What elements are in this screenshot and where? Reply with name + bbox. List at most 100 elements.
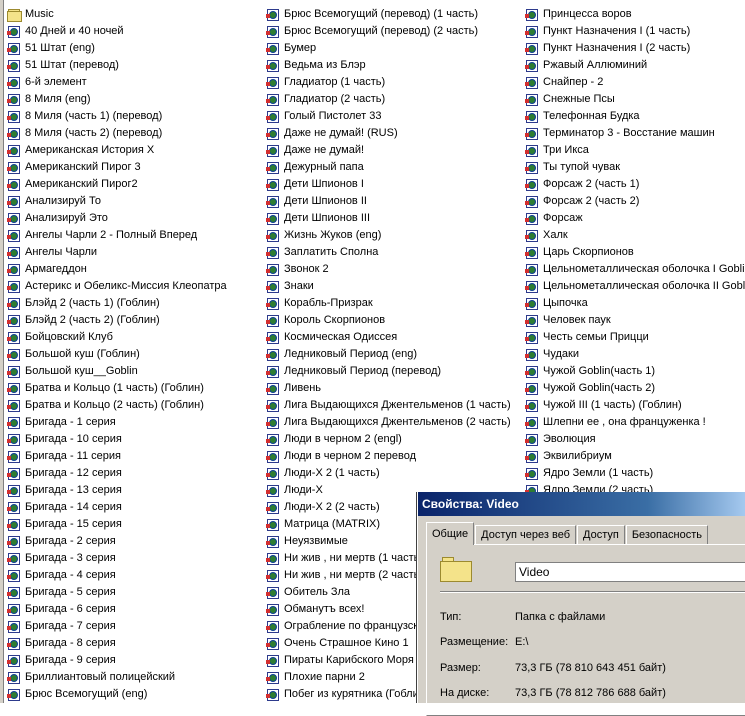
list-item[interactable]: Честь семьи Прицци [525,329,745,346]
list-item[interactable]: Эквилибриум [525,448,745,465]
list-item[interactable]: Бригада - 15 серия [7,516,227,533]
list-item[interactable]: Голый Пистолет 33 [266,108,511,125]
list-item[interactable]: Цельнометаллическая оболочка II Goblin [525,278,745,295]
list-item[interactable]: Халк [525,227,745,244]
list-item[interactable]: Цельнометаллическая оболочка I Goblin [525,261,745,278]
list-item[interactable]: Гладиатор (2 часть) [266,91,511,108]
list-item[interactable]: Ядро Земли (1 часть) [525,465,745,482]
list-item[interactable]: Брюс Всемогущий (перевод) (2 часть) [266,23,511,40]
list-item[interactable]: Большой куш__Goblin [7,363,227,380]
list-item[interactable]: Дети Шпионов II [266,193,511,210]
list-item[interactable]: Бригада - 8 серия [7,635,227,652]
list-item[interactable]: Шлепни ее , она француженка ! [525,414,745,431]
list-item[interactable]: Американская История X [7,142,227,159]
list-item[interactable]: Форсаж 2 (часть 1) [525,176,745,193]
list-item[interactable]: Бригада - 9 серия [7,652,227,669]
list-item[interactable]: Дети Шпионов I [266,176,511,193]
list-item[interactable]: 8 Миля (часть 2) (перевод) [7,125,227,142]
list-item[interactable]: Принцесса воров [525,6,745,23]
list-item[interactable]: Ледниковый Период (перевод) [266,363,511,380]
list-item[interactable]: Лига Выдающихся Джентельменов (2 часть) [266,414,511,431]
dialog-title[interactable]: Свойства: Video [418,492,745,516]
list-item[interactable]: Чудаки [525,346,745,363]
list-item[interactable]: Терминатор 3 - Восстание машин [525,125,745,142]
list-item[interactable]: Ледниковый Период (eng) [266,346,511,363]
list-item[interactable]: Бригада - 6 серия [7,601,227,618]
list-item[interactable]: Люди в черном 2 (engl) [266,431,511,448]
list-item[interactable]: Бриллиантовый полицейский [7,669,227,686]
list-item[interactable]: Чужой Goblin(часть 2) [525,380,745,397]
list-item[interactable]: Царь Скорпионов [525,244,745,261]
list-item[interactable]: Знаки [266,278,511,295]
tab-general[interactable]: Общие [426,522,475,545]
list-item[interactable]: Гладиатор (1 часть) [266,74,511,91]
list-item[interactable]: Человек паук [525,312,745,329]
list-item[interactable]: Ты тупой чувак [525,159,745,176]
list-item[interactable]: Лига Выдающихся Джентельменов (1 часть) [266,397,511,414]
list-item[interactable]: Пункт Назначения I (2 часть) [525,40,745,57]
list-item[interactable]: Бумер [266,40,511,57]
list-item[interactable]: Большой куш (Гоблин) [7,346,227,363]
list-item[interactable]: 40 Дней и 40 ночей [7,23,227,40]
list-item[interactable]: Бойцовский Клуб [7,329,227,346]
list-item[interactable]: Бригада - 1 серия [7,414,227,431]
list-item[interactable]: Форсаж [525,210,745,227]
list-item[interactable]: Бригада - 12 серия [7,465,227,482]
tab-web-sharing[interactable]: Доступ через веб [475,525,576,545]
list-item[interactable]: Люди-Х 2 (1 часть) [266,465,511,482]
list-item[interactable]: Снайпер - 2 [525,74,745,91]
list-item[interactable]: Music [7,6,227,23]
list-item[interactable]: Братва и Кольцо (1 часть) (Гоблин) [7,380,227,397]
folder-name-input[interactable] [515,562,745,582]
list-item[interactable]: Анализируй То [7,193,227,210]
tab-security[interactable]: Безопасность [625,525,708,545]
list-item[interactable]: Форсаж 2 (часть 2) [525,193,745,210]
list-item[interactable]: 8 Миля (eng) [7,91,227,108]
list-item[interactable]: Ангелы Чарли 2 - Полный Вперед [7,227,227,244]
list-item[interactable]: Чужой Goblin(часть 1) [525,363,745,380]
list-item[interactable]: Чужой III (1 часть) (Гоблин) [525,397,745,414]
list-item[interactable]: Бригада - 7 серия [7,618,227,635]
list-item[interactable]: Бригада - 13 серия [7,482,227,499]
list-item[interactable]: Братва и Кольцо (2 часть) (Гоблин) [7,397,227,414]
list-item[interactable]: Даже не думай! [266,142,511,159]
tab-sharing[interactable]: Доступ [577,525,625,545]
list-item[interactable]: Ржавый Аллюминий [525,57,745,74]
list-item[interactable]: 8 Миля (часть 1) (перевод) [7,108,227,125]
list-item[interactable]: Даже не думай! (RUS) [266,125,511,142]
list-item[interactable]: Бригада - 14 серия [7,499,227,516]
list-item[interactable]: Телефонная Будка [525,108,745,125]
list-item[interactable]: Брюс Всемогущий (eng) [7,686,227,703]
list-item[interactable]: Бригада - 3 серия [7,550,227,567]
list-item[interactable]: Бригада - 10 серия [7,431,227,448]
list-item[interactable]: Жизнь Жуков (eng) [266,227,511,244]
list-item[interactable]: Ангелы Чарли [7,244,227,261]
list-item[interactable]: 51 Штат (перевод) [7,57,227,74]
list-item[interactable]: Король Скорпионов [266,312,511,329]
list-item[interactable]: Американский Пирог 3 [7,159,227,176]
list-item[interactable]: Эволюция [525,431,745,448]
list-item[interactable]: Пункт Назначения I (1 часть) [525,23,745,40]
list-item[interactable]: Цыпочка [525,295,745,312]
list-item[interactable]: Американский Пирог2 [7,176,227,193]
list-item[interactable]: Звонок 2 [266,261,511,278]
list-item[interactable]: Армагеддон [7,261,227,278]
list-item[interactable]: Блэйд 2 (часть 1) (Гоблин) [7,295,227,312]
list-item[interactable]: Бригада - 5 серия [7,584,227,601]
list-item[interactable]: Брюс Всемогущий (перевод) (1 часть) [266,6,511,23]
list-item[interactable]: 6-й элемент [7,74,227,91]
list-item[interactable]: 51 Штат (eng) [7,40,227,57]
list-item[interactable]: Три Икса [525,142,745,159]
list-item[interactable]: Космическая Одиссея [266,329,511,346]
list-item[interactable]: Корабль-Призрак [266,295,511,312]
list-item[interactable]: Дети Шпионов III [266,210,511,227]
list-item[interactable]: Астерикс и Обеликс-Миссия Клеопатра [7,278,227,295]
list-item[interactable]: Заплатить Сполна [266,244,511,261]
list-item[interactable]: Снежные Псы [525,91,745,108]
list-item[interactable]: Дежурный папа [266,159,511,176]
list-item[interactable]: Анализируй Это [7,210,227,227]
list-item[interactable]: Бригада - 2 серия [7,533,227,550]
list-item[interactable]: Ливень [266,380,511,397]
list-item[interactable]: Бригада - 4 серия [7,567,227,584]
list-item[interactable]: Ведьма из Блэр [266,57,511,74]
